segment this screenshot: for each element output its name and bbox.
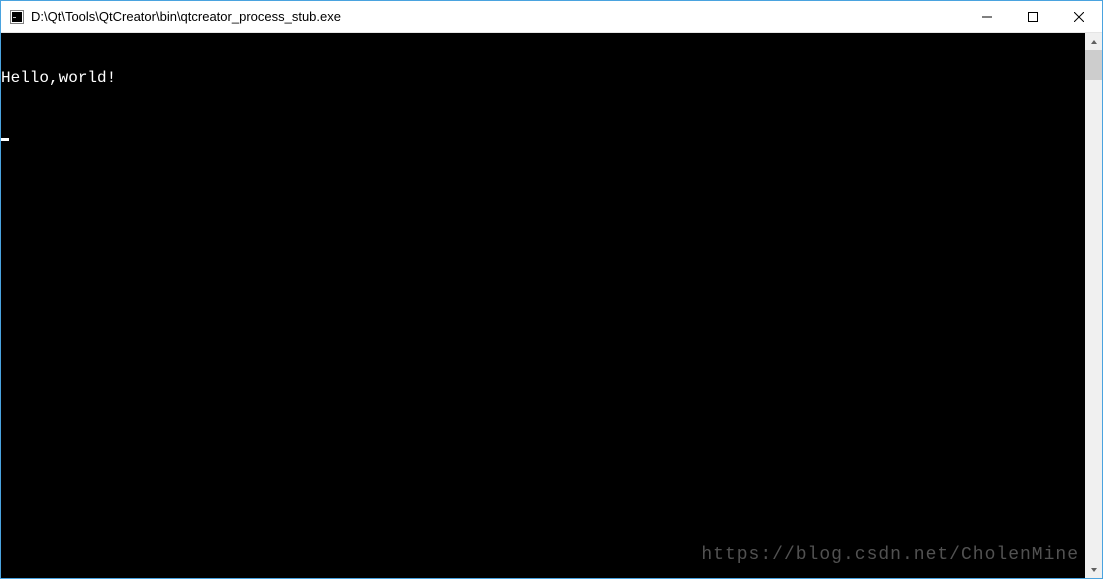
scroll-up-button[interactable] xyxy=(1085,33,1102,50)
console-cursor-line xyxy=(1,123,1085,141)
close-button[interactable] xyxy=(1056,1,1102,32)
scroll-thumb[interactable] xyxy=(1085,50,1102,80)
client-area: Hello,world! xyxy=(1,33,1102,578)
maximize-button[interactable] xyxy=(1010,1,1056,32)
minimize-button[interactable] xyxy=(964,1,1010,32)
window-title: D:\Qt\Tools\QtCreator\bin\qtcreator_proc… xyxy=(31,9,964,24)
app-icon xyxy=(9,9,25,25)
console-output[interactable]: Hello,world! xyxy=(1,33,1085,578)
scroll-down-button[interactable] xyxy=(1085,561,1102,578)
window-controls xyxy=(964,1,1102,32)
vertical-scrollbar[interactable] xyxy=(1085,33,1102,578)
scroll-track[interactable] xyxy=(1085,50,1102,561)
application-window: D:\Qt\Tools\QtCreator\bin\qtcreator_proc… xyxy=(0,0,1103,579)
titlebar[interactable]: D:\Qt\Tools\QtCreator\bin\qtcreator_proc… xyxy=(1,1,1102,33)
cursor xyxy=(1,138,9,141)
console-line: Hello,world! xyxy=(1,69,1085,87)
